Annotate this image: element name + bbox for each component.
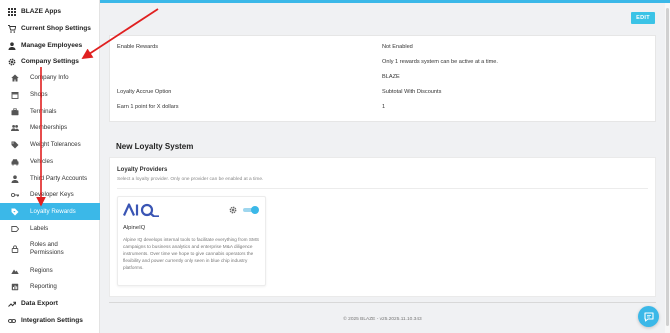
home-icon <box>10 73 19 82</box>
sidebar-item-label: Data Export <box>21 299 59 307</box>
sidebar-item-label: Weight Tolerances <box>30 140 81 148</box>
sidebar-item-label: Vehicles <box>30 157 54 165</box>
loyalty-tag-icon <box>10 207 19 216</box>
sidebar-item-label: Third Party Accounts <box>30 174 88 182</box>
providers-subtitle: Select a loyalty provider. Only one prov… <box>117 177 264 182</box>
people-icon <box>10 123 19 132</box>
provider-name: AlpineIQ <box>123 225 146 231</box>
sidebar-item-label: Integration Settings <box>21 316 83 324</box>
setting-value-enable-rewards: Not Enabled <box>382 44 413 50</box>
divider <box>117 188 648 189</box>
providers-title: Loyalty Providers <box>117 167 168 173</box>
provider-enable-toggle[interactable] <box>243 206 259 214</box>
sidebar-item-memberships[interactable]: Memberships <box>0 119 100 136</box>
sidebar-item-data-export[interactable]: Data Export <box>0 295 100 312</box>
tag-icon <box>10 140 19 149</box>
sidebar-item-weight-tolerances[interactable]: Weight Tolerances <box>0 136 100 153</box>
sidebar-item-developer-keys[interactable]: Developer Keys <box>0 186 100 203</box>
sidebar-item-company-settings[interactable]: Company Settings <box>0 53 100 70</box>
sidebar-item-current-shop-settings[interactable]: Current Shop Settings <box>0 20 100 37</box>
sidebar-item-roles-and-permissions[interactable]: Roles and Permissions <box>0 238 100 260</box>
toggle-knob <box>251 206 259 214</box>
apps-grid-icon <box>7 7 16 16</box>
setting-label-accrue-option: Loyalty Accrue Option <box>117 89 172 95</box>
label-icon <box>10 224 19 233</box>
footer-divider <box>109 302 656 303</box>
footer-copyright: © 2025 BLAZE - v25.2025.11.10.343 <box>343 317 422 322</box>
car-icon <box>10 157 19 166</box>
trending-icon <box>7 299 16 308</box>
sidebar-item-label: Company Settings <box>21 57 79 65</box>
terrain-icon <box>10 266 19 275</box>
sidebar: BLAZE Apps Current Shop Settings Manage … <box>0 0 100 333</box>
setting-value-accrue-option: Subtotal With Discounts <box>382 89 442 95</box>
sidebar-item-label: Manage Employees <box>21 41 83 49</box>
briefcase-icon <box>10 107 19 116</box>
gear-icon <box>7 57 16 66</box>
sidebar-item-label: Labels <box>30 224 49 232</box>
sidebar-item-label: Developer Keys <box>30 190 74 198</box>
chat-button[interactable] <box>638 306 659 327</box>
sidebar-item-loyalty-rewards[interactable]: Loyalty Rewards <box>0 203 100 220</box>
alpineiq-logo <box>123 203 159 217</box>
sidebar-item-label: BLAZE Apps <box>21 7 62 15</box>
sidebar-item-label: Shops <box>30 90 48 98</box>
setting-note-one-system: Only 1 rewards system can be active at a… <box>382 59 498 65</box>
sidebar-item-manage-employees[interactable]: Manage Employees <box>0 37 100 54</box>
person-icon <box>10 174 19 183</box>
sidebar-item-shops[interactable]: Shops <box>0 86 100 103</box>
setting-label-earn-points: Earn 1 point for X dollars <box>117 104 179 110</box>
sidebar-item-blaze-apps[interactable]: BLAZE Apps <box>0 3 100 20</box>
sidebar-item-label: Company Info <box>30 73 69 81</box>
provider-description: Alpine IQ develops internal tools to fac… <box>123 237 260 270</box>
cart-icon <box>7 24 16 33</box>
sidebar-item-label: Terminals <box>30 107 57 115</box>
sidebar-item-label: Loyalty Rewards <box>30 207 76 215</box>
section-title: New Loyalty System <box>116 142 194 151</box>
sidebar-item-regions[interactable]: Regions <box>0 262 100 279</box>
sidebar-item-label: Current Shop Settings <box>21 24 91 32</box>
sidebar-item-label: Regions <box>30 266 53 274</box>
setting-value-earn-points: 1 <box>382 104 386 110</box>
sidebar-item-third-party-accounts[interactable]: Third Party Accounts <box>0 170 100 187</box>
sidebar-item-terminals[interactable]: Terminals <box>0 103 100 120</box>
sidebar-item-label: Reporting <box>30 282 57 290</box>
edit-button[interactable]: EDIT <box>631 12 655 24</box>
person-icon <box>7 41 16 50</box>
sidebar-item-vehicles[interactable]: Vehicles <box>0 153 100 170</box>
provider-settings-gear-icon[interactable] <box>229 206 237 214</box>
report-icon <box>10 282 19 291</box>
sidebar-item-label: Memberships <box>30 123 68 131</box>
lock-icon <box>10 245 19 254</box>
shop-icon <box>10 90 19 99</box>
scrollbar-thumb[interactable] <box>666 8 669 326</box>
sidebar-item-label: Roles and Permissions <box>30 241 64 256</box>
sidebar-item-reporting[interactable]: Reporting <box>0 278 100 295</box>
top-accent-bar <box>100 0 670 3</box>
chat-icon <box>643 311 654 322</box>
setting-value-rewards-system: BLAZE <box>382 74 400 80</box>
setting-label-enable-rewards: Enable Rewards <box>117 44 159 50</box>
sidebar-item-labels[interactable]: Labels <box>0 220 100 237</box>
key-icon <box>10 190 19 199</box>
sidebar-item-company-info[interactable]: Company Info <box>0 69 100 86</box>
sidebar-item-integration-settings[interactable]: Integration Settings <box>0 312 100 329</box>
link-icon <box>7 316 16 325</box>
